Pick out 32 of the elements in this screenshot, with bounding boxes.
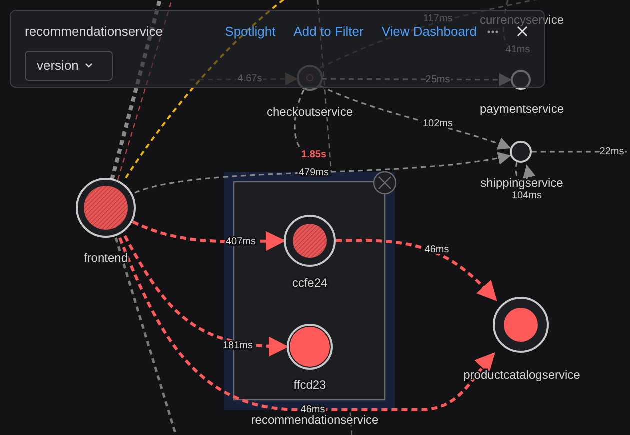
service-node[interactable] (287, 324, 333, 370)
panel-action-link[interactable]: View Dashboard (382, 22, 477, 42)
latency-label: 1.85s (301, 150, 327, 160)
service-label: productcatalogservice (464, 368, 580, 382)
service-node[interactable] (284, 215, 336, 267)
latency-label: 22ms (600, 146, 624, 158)
latency-label: 117ms (423, 14, 453, 24)
latency-label: 41ms (506, 44, 530, 56)
service-node[interactable] (297, 65, 323, 91)
service-label: shippingservice (480, 176, 564, 190)
service-node[interactable] (493, 297, 549, 353)
service-label: ffcd23 (294, 378, 326, 392)
version-dropdown[interactable]: version (25, 50, 113, 80)
latency-label: 479ms (299, 168, 329, 178)
latency-label: 104ms (512, 190, 542, 202)
service-label: frontend (84, 251, 128, 265)
chevron-down-icon (84, 63, 93, 68)
panel-title: recommendationservice (25, 23, 164, 41)
service-label: currencyservice (480, 13, 564, 27)
latency-label: 181ms (223, 340, 253, 352)
latency-label: 4.67s (238, 74, 262, 84)
more-icon[interactable] (487, 30, 499, 34)
service-label: checkoutservice (266, 105, 354, 119)
latency-label: 25ms (426, 74, 450, 86)
service-node[interactable] (511, 70, 531, 90)
service-node[interactable] (510, 141, 532, 163)
group-label: recommendationservice (251, 413, 379, 427)
panel-action-link[interactable]: Add to Filter (294, 22, 364, 42)
panel-action-link[interactable]: Spotlight (225, 22, 276, 42)
service-label: ccfe24 (292, 276, 328, 290)
service-node[interactable] (76, 178, 136, 238)
service-label: paymentservice (480, 102, 564, 116)
